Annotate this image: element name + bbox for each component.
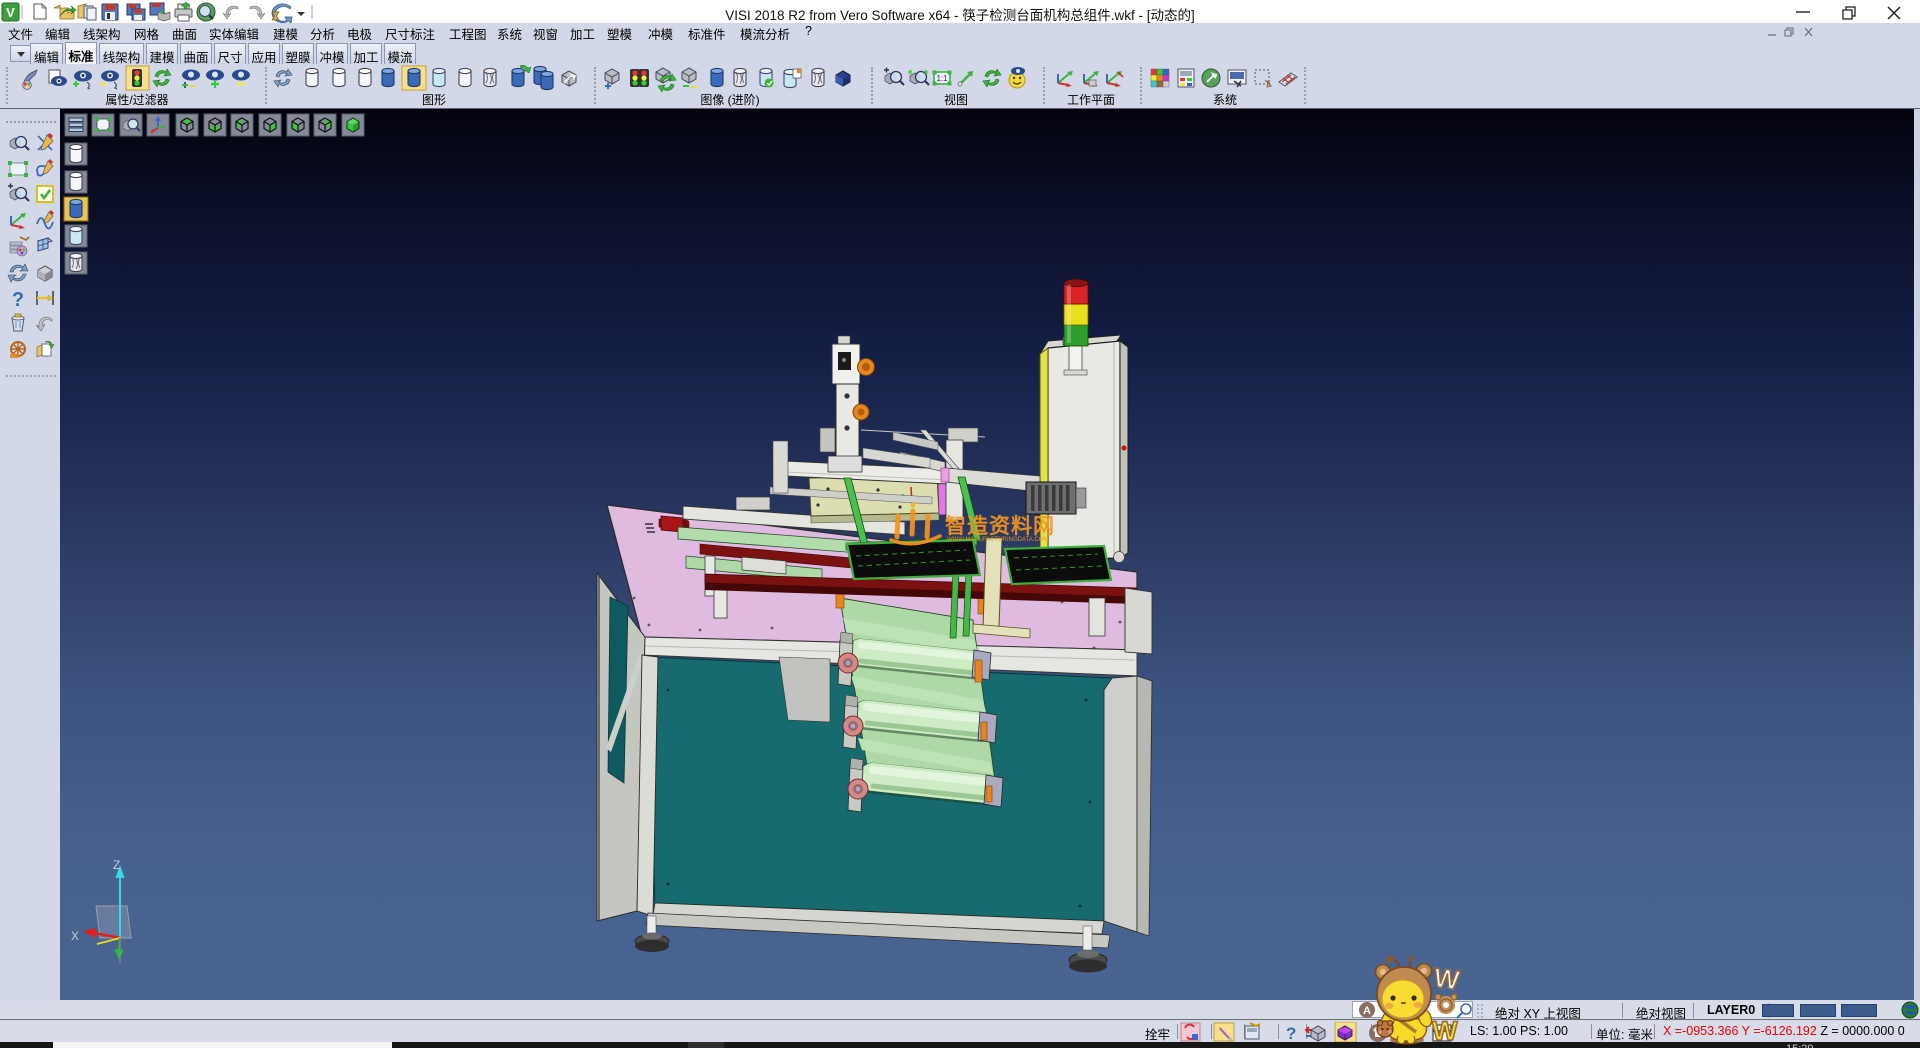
svg-text:?: ? [1286, 1024, 1296, 1042]
svg-text:Z: Z [113, 858, 120, 872]
svg-text:WWW.MANUFACTURINGDATA.COM: WWW.MANUFACTURINGDATA.COM [947, 537, 1048, 543]
svg-text:1:1: 1:1 [936, 74, 948, 83]
svg-text:X: X [71, 929, 79, 943]
svg-text:W: W [1432, 962, 1462, 995]
svg-text:?: ? [12, 289, 24, 311]
svg-text:智造资料网: 智造资料网 [945, 514, 1055, 538]
svg-text:V: V [6, 5, 15, 20]
svg-text:W: W [1432, 1016, 1458, 1046]
